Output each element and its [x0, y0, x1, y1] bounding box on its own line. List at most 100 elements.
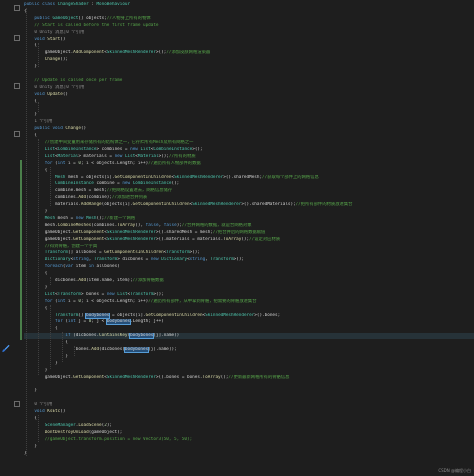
code-line[interactable]: List<Material> materials = new List<Mate… — [24, 154, 474, 160]
code-line[interactable]: { — [24, 326, 474, 332]
code-line[interactable]: } — [24, 361, 474, 367]
code-line[interactable]: } — [24, 285, 474, 291]
code-token: .Length; j++) — [130, 319, 164, 325]
codelens-hint[interactable]: 0 个引用 — [24, 402, 52, 407]
code-line[interactable] — [24, 395, 474, 401]
fold-toggle-icon[interactable] — [14, 35, 20, 41]
code-line[interactable] — [24, 106, 474, 112]
code-line[interactable]: { — [24, 306, 474, 312]
code-token: { — [24, 326, 58, 332]
code-line[interactable]: } — [24, 64, 474, 70]
code-token: //添加进合并列表 — [111, 195, 148, 201]
code-line[interactable]: { — [24, 168, 474, 174]
code-token: Add — [78, 195, 87, 201]
code-line[interactable]: } — [24, 388, 474, 394]
code-line[interactable]: { — [24, 43, 474, 49]
code-editor[interactable]: public class ChangeShader : MonoBehaviou… — [0, 0, 474, 476]
code-line[interactable]: 1 个引用 — [24, 119, 474, 125]
code-token: Add — [78, 278, 87, 283]
code-line[interactable]: // Update is called once per frame — [24, 78, 474, 84]
code-line[interactable]: Dictionary<string, Transform> dicbones =… — [24, 257, 474, 263]
code-line[interactable]: combine.mesh = mesh;//把网格设置进去，网格信息储存 — [24, 188, 474, 194]
code-line[interactable]: 0 个引用 — [24, 402, 474, 408]
code-line[interactable]: materials.AddRange(objects[i].GetCompone… — [24, 202, 474, 208]
paintbrush-icon[interactable] — [1, 344, 10, 353]
code-line[interactable]: void Update() — [24, 92, 474, 98]
code-line[interactable] — [24, 382, 474, 388]
code-line[interactable]: { — [24, 99, 474, 105]
code-line[interactable]: 0 Unity 消息|0 个引用 — [24, 85, 474, 91]
code-token: () — [62, 91, 69, 97]
code-line[interactable]: { — [24, 9, 474, 15]
indent-guide — [50, 167, 51, 206]
code-line[interactable]: } — [24, 451, 474, 457]
code-token: > combines = — [96, 146, 131, 152]
code-token: //遍历所有人物部件的数据 — [148, 160, 201, 166]
fold-toggle-icon[interactable] — [14, 401, 20, 407]
code-line[interactable]: } — [24, 368, 474, 374]
code-line[interactable]: foreach(var item in allbones) — [24, 264, 474, 270]
code-line[interactable]: { — [24, 271, 474, 277]
codelens-hint[interactable]: 1 个引用 — [24, 119, 52, 124]
codelens-hint[interactable]: 0 Unity 消息|0 个引用 — [24, 30, 84, 35]
code-area[interactable]: public class ChangeShader : MonoBehaviou… — [24, 0, 474, 476]
fold-toggle-icon[interactable] — [14, 5, 20, 11]
code-token: Transform — [55, 312, 79, 318]
code-line[interactable]: public GameObject[] objects;//人物身上所有的物体 — [24, 16, 474, 22]
codelens-hint[interactable]: 0 Unity 消息|0 个引用 — [24, 85, 84, 90]
code-line[interactable]: Transform[] bodybones = objects[i].GetCo… — [24, 312, 474, 319]
fold-toggle-icon[interactable] — [14, 131, 20, 137]
code-line[interactable]: dicbones.Add(item.name, item);//添加骨骼数据 — [24, 278, 474, 284]
code-line[interactable]: void Start() — [24, 37, 474, 43]
code-token: mesh = — [57, 215, 76, 221]
code-line[interactable]: gameObject.GetComponent<SkinnedMeshRende… — [24, 230, 474, 236]
code-line[interactable]: Transform[] allbones = GetComponentsInCh… — [24, 250, 474, 256]
code-line[interactable]: gameObject.GetComponent<SkinnedMeshRende… — [24, 375, 474, 381]
code-line[interactable] — [24, 71, 474, 77]
code-line[interactable]: void KsEtc() — [24, 409, 474, 415]
code-token: SkinnedMeshRenderer — [106, 374, 156, 380]
code-line[interactable]: DontDestroyOnLoad(gameObject); — [24, 430, 474, 436]
code-line[interactable]: combines.Add(combine);//添加进合并列表 — [24, 195, 474, 201]
code-line[interactable]: List<Transform> bones = new List<Transfo… — [24, 292, 474, 298]
code-line[interactable]: bones.Add(dicbones[bodybones[j].name]); — [24, 347, 474, 353]
code-token: // Start is called before the first fram… — [24, 22, 159, 28]
code-token: dicbones. — [24, 278, 79, 283]
code-line[interactable]: Mesh mesh = new Mesh();//新建一个网格 — [24, 216, 474, 222]
code-line[interactable]: gameObject.GetComponent<SkinnedMeshRende… — [24, 237, 474, 243]
code-line[interactable]: } — [24, 444, 474, 450]
code-line[interactable]: if (dicbones.ContainsKey(bodybones[j].na… — [24, 333, 474, 340]
code-line[interactable]: } — [24, 354, 474, 360]
code-line[interactable]: } — [24, 209, 474, 215]
code-line[interactable]: Change(); — [24, 57, 474, 63]
code-line[interactable]: public class ChangeShader : MonoBehaviou… — [24, 2, 474, 8]
code-line[interactable]: public void Change() — [24, 126, 474, 132]
code-line[interactable]: Mesh mesh = objects[i].GetComponentInChi… — [24, 175, 474, 181]
code-line[interactable]: 0 Unity 消息|0 个引用 — [24, 30, 474, 36]
code-token: AddRange — [80, 202, 102, 208]
code-line[interactable]: CombineInstance combine = new CombineIns… — [24, 181, 474, 187]
code-line[interactable]: mesh.CombineMeshes(combines.ToArray(), f… — [24, 223, 474, 229]
code-line[interactable]: } — [24, 112, 474, 118]
fold-toggle-icon[interactable] — [14, 83, 20, 89]
code-line[interactable]: // Start is called before the first fram… — [24, 23, 474, 29]
code-line[interactable]: SceneManager.LoadScene(2); — [24, 423, 474, 429]
code-token: public class — [24, 2, 58, 7]
code-line[interactable]: for (int i = 0; i < objects.Length; i++)… — [24, 299, 474, 305]
code-line[interactable]: { — [24, 340, 474, 346]
code-line[interactable]: for (int j = 0; j < bodybones.Length; j+… — [24, 319, 474, 326]
code-line[interactable]: //得到骨骼，创建一个字典 — [24, 244, 474, 250]
code-line[interactable]: //gameObject.transform.position = new Ve… — [24, 437, 474, 443]
code-token: List — [140, 146, 151, 152]
code-token: new — [122, 181, 133, 187]
code-line[interactable]: gameObject.AddComponent<SkinnedMeshRende… — [24, 50, 474, 56]
code-line[interactable]: { — [24, 133, 474, 139]
code-token: GetComponent — [73, 229, 105, 235]
code-line[interactable]: for (int i = 0; i < objects.Length; i++)… — [24, 161, 474, 167]
code-line[interactable]: { — [24, 416, 474, 422]
code-line[interactable]: List<CombineInstance> combines = new Lis… — [24, 147, 474, 153]
code-token: mesh. — [24, 222, 58, 228]
code-line[interactable]: //创建中间变量用来存储所有的结构体之一，它存贮所有Mesh及所有网格之一 — [24, 140, 474, 146]
code-token: //把合并后的网格数据赋值 — [212, 229, 266, 235]
